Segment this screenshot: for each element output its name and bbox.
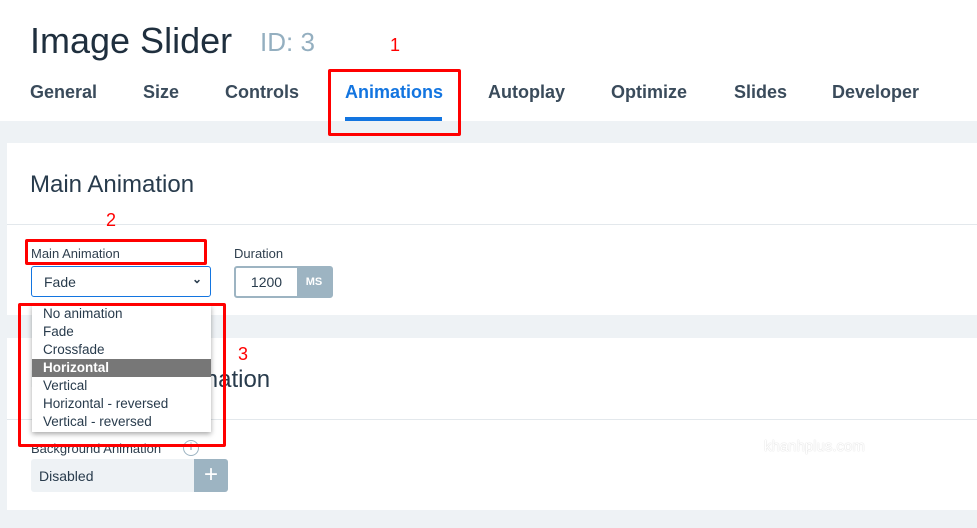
duration-field[interactable]: 1200 MS [234, 266, 333, 298]
tab-optimize[interactable]: Optimize [611, 82, 687, 103]
tab-general[interactable]: General [30, 82, 97, 103]
chevron-down-icon: ⌄ [191, 272, 202, 286]
divider [7, 224, 977, 225]
tab-controls[interactable]: Controls [225, 82, 299, 103]
duration-input[interactable]: 1200 [236, 268, 297, 296]
tab-developer[interactable]: Developer [832, 82, 919, 103]
annotation-label-2: 2 [106, 210, 117, 230]
annotation-box-3 [18, 303, 226, 447]
page-title: Image Slider [30, 20, 233, 61]
annotation-label-1: 1 [390, 35, 401, 55]
watermark: khanhplus.com [764, 438, 865, 455]
header: Image Slider ID: 3 General Size Controls… [0, 0, 977, 121]
annotation-box-1 [328, 69, 461, 136]
duration-unit: MS [297, 268, 331, 296]
tab-autoplay[interactable]: Autoplay [488, 82, 565, 103]
annotation-box-2 [25, 239, 207, 265]
background-animation-field[interactable]: Disabled + [31, 459, 228, 492]
background-animation-value: Disabled [39, 468, 94, 484]
section-title: Main Animation [30, 171, 195, 198]
tab-size[interactable]: Size [143, 82, 179, 103]
selected-value: Fade [44, 274, 76, 290]
add-button[interactable]: + [194, 459, 228, 492]
main-animation-select[interactable]: Fade ⌄ [31, 266, 211, 297]
slider-id: ID: 3 [260, 27, 315, 57]
annotation-label-3: 3 [238, 344, 249, 364]
tab-slides[interactable]: Slides [734, 82, 787, 103]
duration-label: Duration [234, 246, 284, 261]
